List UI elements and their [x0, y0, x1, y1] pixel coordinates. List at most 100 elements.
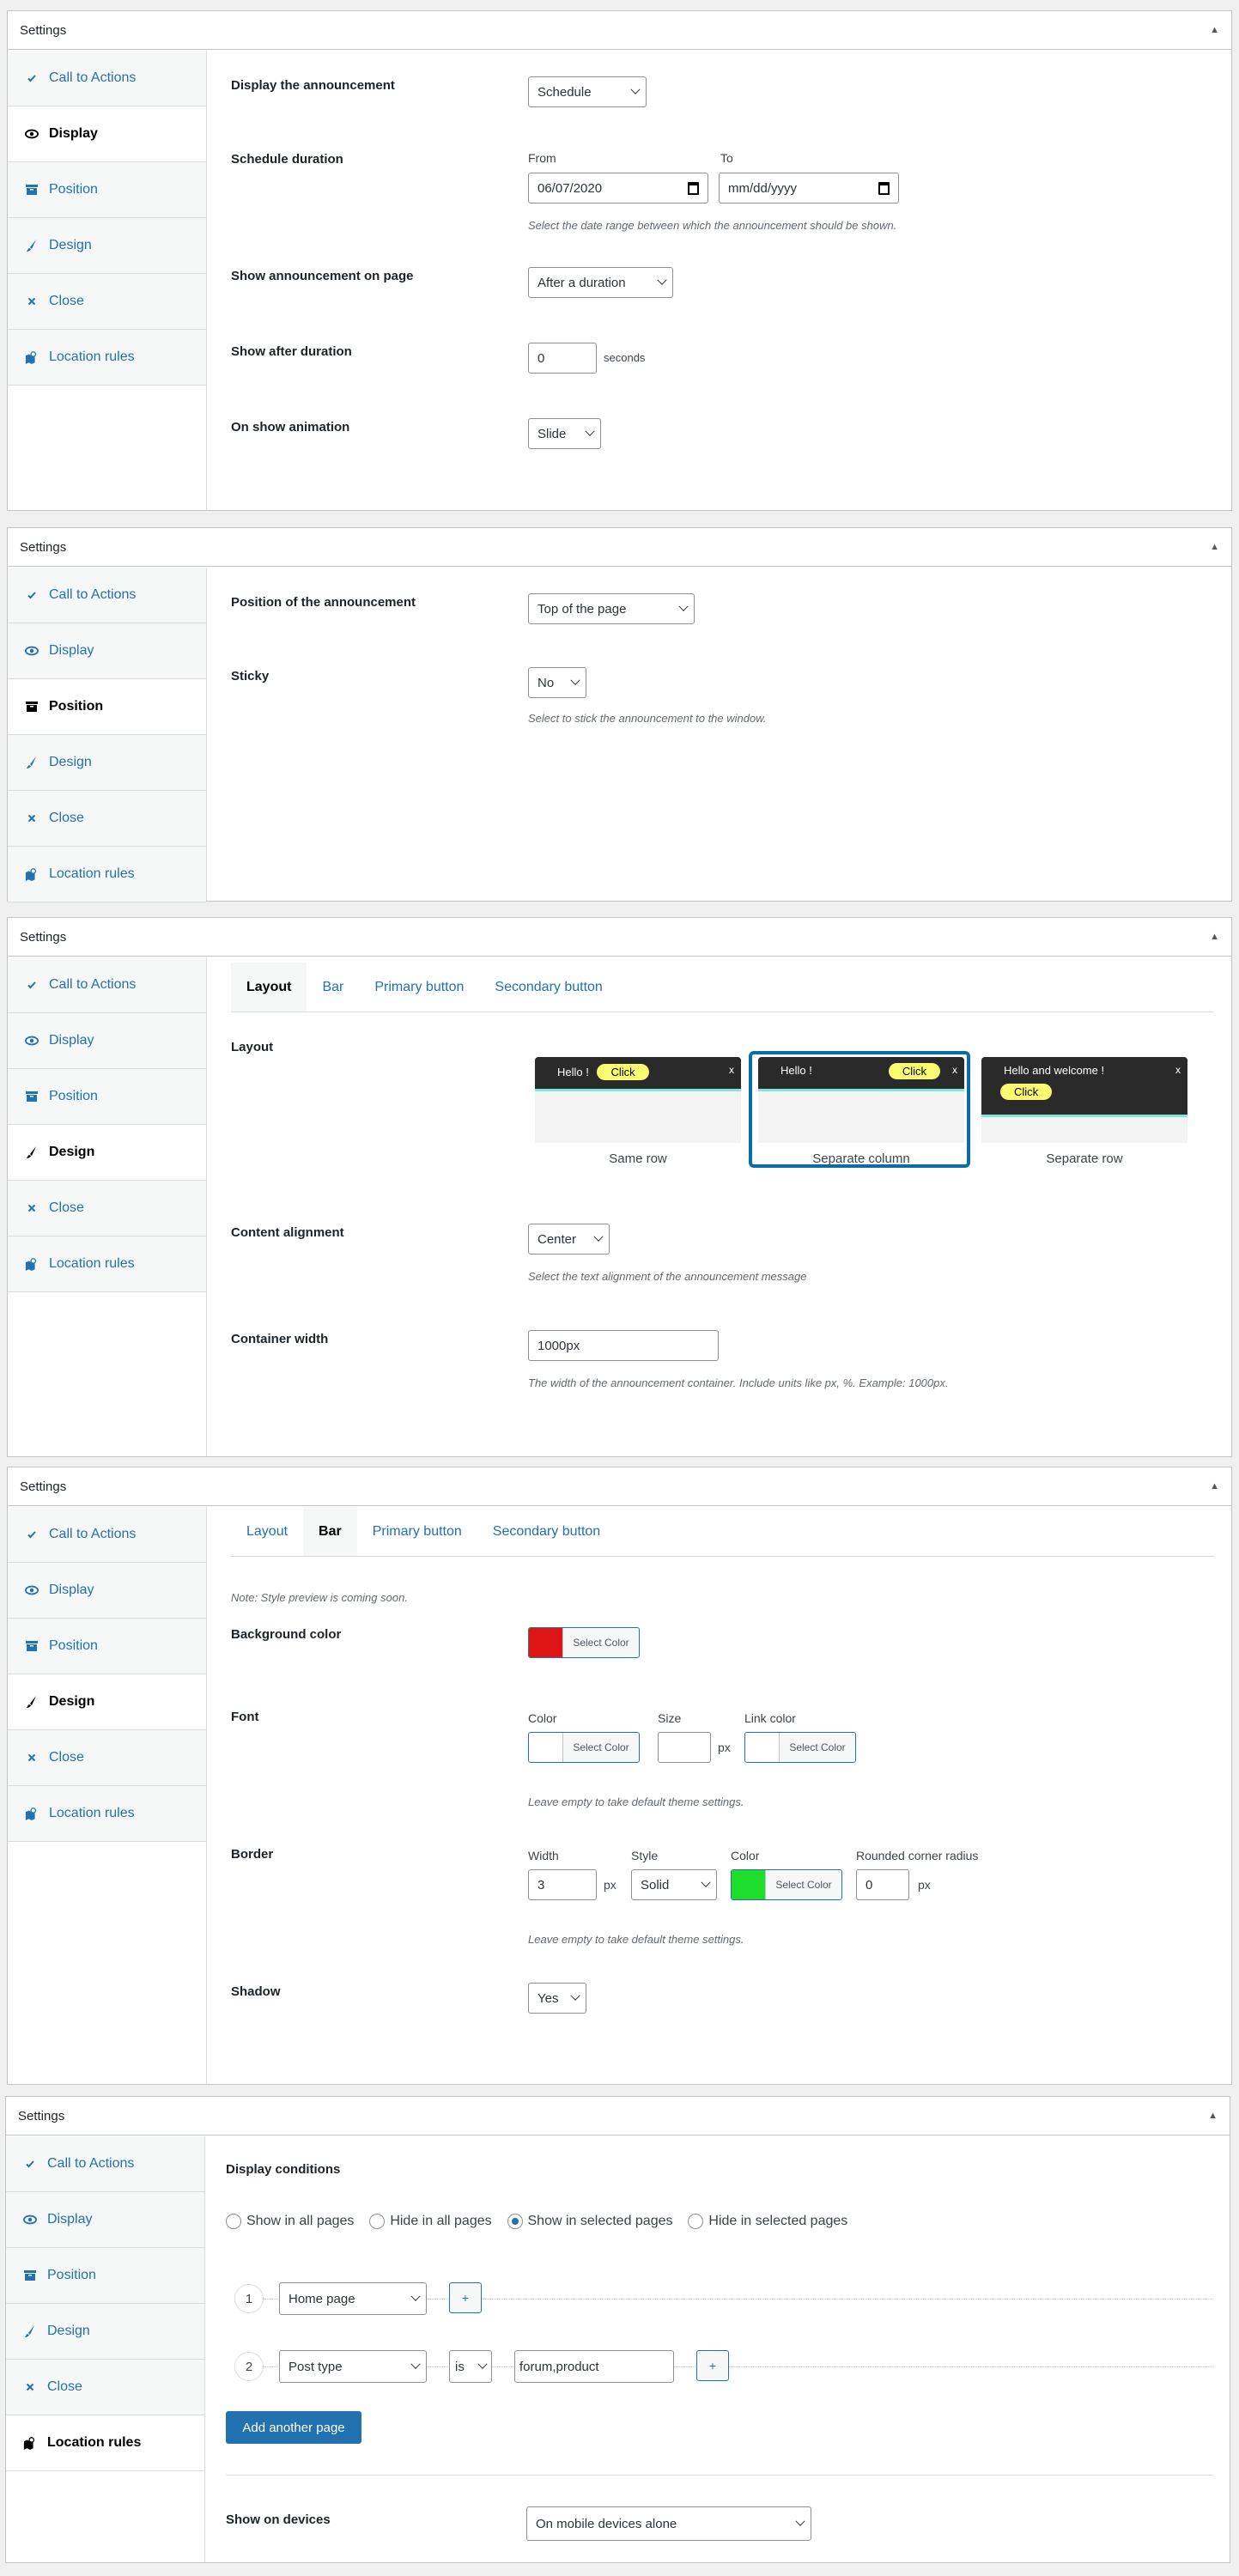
add-rule-condition-button[interactable]: + [696, 2350, 729, 2381]
sidebar-item-close[interactable]: Close [8, 1181, 206, 1236]
font-size-input[interactable] [658, 1732, 711, 1763]
close-icon: x [952, 1064, 957, 1076]
sidebar-item-cta[interactable]: Call to Actions [8, 51, 206, 106]
show-after-input[interactable]: 0 [528, 343, 597, 374]
rule-type-select[interactable]: Post type [279, 2350, 427, 2383]
radio-button[interactable] [226, 2214, 241, 2229]
radio-show-all[interactable]: Show in all pages [226, 2214, 354, 2229]
sidebar-item-label: Close [47, 2379, 82, 2394]
collapse-toggle-icon[interactable]: ▲ [1210, 1481, 1219, 1492]
shadow-select[interactable]: Yes [528, 1983, 586, 2014]
tab-primary-button[interactable]: Primary button [359, 963, 479, 1012]
sidebar-item-cta[interactable]: Call to Actions [8, 1507, 206, 1563]
calendar-icon[interactable] [688, 181, 699, 195]
sidebar-item-position[interactable]: Position [8, 1069, 206, 1125]
tab-bar[interactable]: Bar [307, 963, 359, 1012]
sidebar-item-display[interactable]: Display [6, 2192, 204, 2248]
alignment-label: Content alignment [231, 1225, 344, 1240]
show-on-page-select[interactable]: After a duration [528, 267, 673, 298]
tab-bar[interactable]: Bar [303, 1507, 357, 1556]
font-color-picker[interactable]: Select Color [528, 1732, 640, 1763]
sidebar-item-design[interactable]: Design [8, 218, 206, 274]
sidebar-item-location[interactable]: Location rules [6, 2415, 204, 2471]
panel-header[interactable]: Settings ▲ [8, 528, 1231, 567]
link-color-picker[interactable]: Select Color [744, 1732, 856, 1763]
sidebar-item-display[interactable]: Display [8, 623, 206, 679]
border-color-picker[interactable]: Select Color [731, 1869, 842, 1900]
panel-header[interactable]: Settings ▲ [8, 11, 1231, 50]
tab-secondary-button[interactable]: Secondary button [477, 1507, 616, 1556]
sidebar-item-close[interactable]: Close [8, 274, 206, 330]
animation-select[interactable]: Slide [528, 418, 601, 449]
sidebar-item-close[interactable]: Close [8, 1730, 206, 1786]
panel-header[interactable]: Settings ▲ [8, 1467, 1231, 1506]
sidebar-item-cta[interactable]: Call to Actions [6, 2136, 204, 2192]
sidebar-item-label: Call to Actions [49, 1527, 137, 1541]
sidebar-item-location[interactable]: Location rules [8, 847, 206, 902]
collapse-toggle-icon[interactable]: ▲ [1208, 2111, 1218, 2121]
container-width-input[interactable]: 1000px [528, 1330, 719, 1361]
tab-secondary-button[interactable]: Secondary button [479, 963, 617, 1012]
panel-header[interactable]: Settings ▲ [6, 2097, 1230, 2136]
panel-header[interactable]: Settings ▲ [8, 918, 1231, 957]
date-to-input[interactable]: mm/dd/yyyy [719, 173, 899, 204]
tab-primary-button[interactable]: Primary button [357, 1507, 477, 1556]
show-on-page-label: Show announcement on page [231, 269, 414, 283]
sidebar-item-design[interactable]: Design [8, 1674, 206, 1730]
display-announcement-select[interactable]: Schedule [528, 76, 647, 107]
background-color-picker[interactable]: Select Color [528, 1627, 640, 1658]
radio-hide-selected[interactable]: Hide in selected pages [688, 2214, 847, 2229]
tab-layout[interactable]: Layout [231, 1507, 303, 1556]
sidebar-item-display[interactable]: Display [8, 1013, 206, 1069]
sidebar-item-display[interactable]: Display [8, 106, 206, 162]
show-on-devices-select[interactable]: On mobile devices alone [526, 2506, 811, 2541]
collapse-toggle-icon[interactable]: ▲ [1210, 25, 1219, 35]
sidebar-item-location[interactable]: Location rules [8, 330, 206, 386]
chevron-down-icon [585, 426, 595, 436]
brush-icon [25, 1695, 39, 1709]
layout-option-same-row[interactable]: Hello ! Click x Same row [535, 1057, 753, 1166]
sidebar-item-design[interactable]: Design [8, 1125, 206, 1181]
sidebar-item-close[interactable]: Close [8, 791, 206, 847]
add-another-page-button[interactable]: Add another page [226, 2411, 361, 2444]
settings-panel-position: Settings ▲ Call to Actions Display Positio… [7, 527, 1232, 902]
sidebar-item-close[interactable]: Close [6, 2360, 204, 2415]
layout-option-separate-column[interactable]: Hello ! Click x Separate column [758, 1057, 976, 1166]
color-swatch [529, 1733, 563, 1762]
sidebar-item-cta[interactable]: Call to Actions [8, 957, 206, 1013]
layout-option-separate-row[interactable]: Hello and welcome ! Click x Separate row [981, 1057, 1200, 1166]
sidebar-item-location[interactable]: Location rules [8, 1236, 206, 1292]
radio-button[interactable] [688, 2214, 704, 2229]
sidebar-item-display[interactable]: Display [8, 1563, 206, 1619]
sidebar-item-design[interactable]: Design [6, 2304, 204, 2360]
radio-button[interactable] [507, 2214, 523, 2229]
border-style-select[interactable]: Solid [631, 1869, 717, 1900]
sidebar-item-position[interactable]: Position [6, 2248, 204, 2304]
rule-operator-select[interactable]: is [449, 2350, 492, 2383]
calendar-icon[interactable] [878, 181, 890, 195]
border-width-input[interactable]: 3 [528, 1869, 597, 1900]
radius-input[interactable]: 0 [856, 1869, 909, 1900]
radio-hide-all[interactable]: Hide in all pages [369, 2214, 492, 2229]
sidebar-item-location[interactable]: Location rules [8, 1786, 206, 1842]
sticky-select[interactable]: No [528, 667, 586, 698]
archive-box-icon [25, 1091, 39, 1103]
position-select[interactable]: Top of the page [528, 593, 695, 624]
alignment-select[interactable]: Center [528, 1224, 610, 1255]
radio-show-selected[interactable]: Show in selected pages [507, 2214, 673, 2229]
add-rule-condition-button[interactable]: + [449, 2282, 482, 2313]
sidebar-item-position[interactable]: Position [8, 1619, 206, 1674]
sidebar-item-cta[interactable]: Call to Actions [8, 568, 206, 623]
collapse-toggle-icon[interactable]: ▲ [1210, 542, 1219, 552]
settings-sidebar: Call to Actions Display Position Design Clos… [6, 2136, 205, 2562]
sidebar-item-position[interactable]: Position [8, 162, 206, 218]
radio-button[interactable] [369, 2214, 386, 2229]
tab-layout[interactable]: Layout [231, 963, 307, 1012]
sidebar-item-design[interactable]: Design [8, 735, 206, 791]
rule-type-select[interactable]: Home page [279, 2282, 427, 2315]
sidebar-item-position[interactable]: Position [8, 679, 206, 735]
collapse-toggle-icon[interactable]: ▲ [1210, 932, 1219, 942]
rule-value-input[interactable]: forum,product [514, 2350, 674, 2383]
date-from-input[interactable]: 06/07/2020 [528, 173, 708, 204]
position-content: Position of the announcement Top of the … [224, 568, 1214, 901]
